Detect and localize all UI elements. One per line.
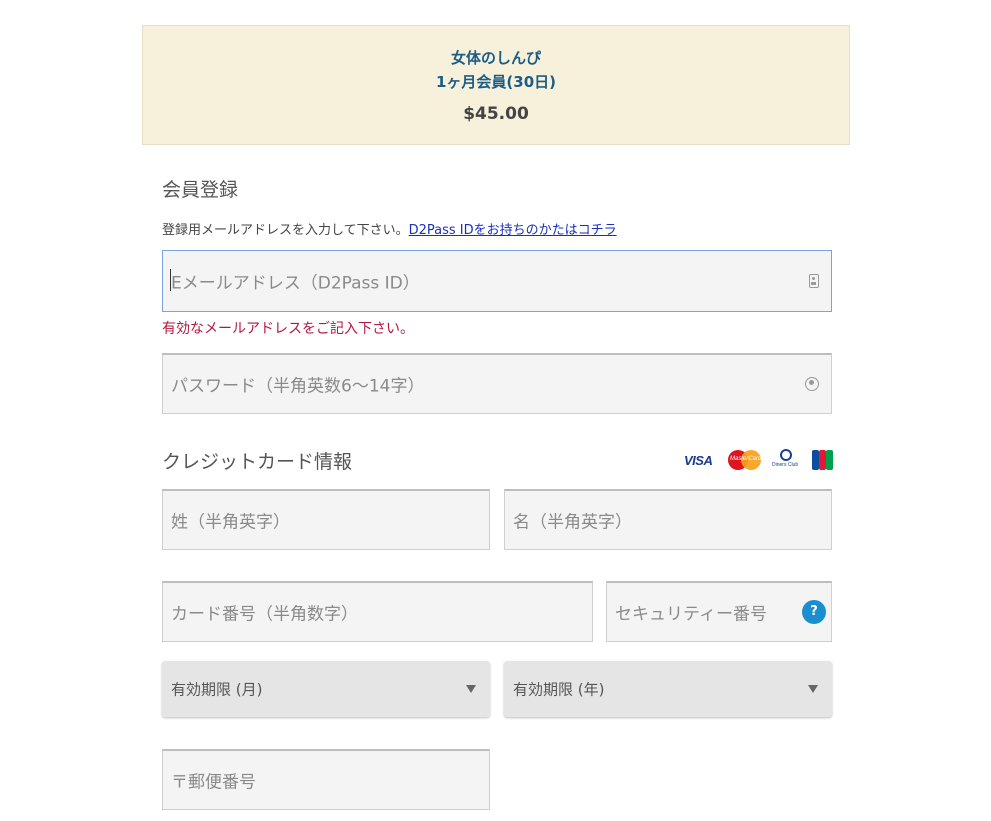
email-field[interactable]: Eメールアドレス（D2Pass ID） bbox=[162, 250, 832, 312]
chevron-down-icon bbox=[808, 685, 818, 693]
help-icon[interactable]: ? bbox=[802, 600, 826, 624]
register-section-title: 会員登録 bbox=[162, 179, 239, 201]
expiry-month-label: 有効期限 (月) bbox=[171, 680, 263, 699]
email-placeholder: Eメールアドレス（D2Pass ID） bbox=[171, 273, 420, 294]
site-name: 女体のしんぴ bbox=[450, 49, 541, 67]
password-field[interactable]: パスワード（半角英数6～14字） bbox=[162, 353, 832, 414]
order-summary: 女体のしんぴ 1ヶ月会員(30日) $45.00 bbox=[142, 25, 850, 145]
email-error-message: 有効なメールアドレスをご記入下さい。 bbox=[162, 321, 414, 337]
last-name-field[interactable]: 姓（半角英字） bbox=[162, 489, 490, 550]
mastercard-icon: MasterCard bbox=[728, 449, 762, 471]
key-icon bbox=[805, 377, 819, 391]
card-number-field[interactable]: カード番号（半角数字） bbox=[162, 581, 593, 642]
visa-icon: VISA bbox=[684, 453, 713, 468]
expiry-year-select[interactable]: 有効期限 (年) bbox=[504, 661, 832, 717]
jcb-icon bbox=[812, 450, 833, 470]
register-note: 登録用メールアドレスを入力して下さい。D2Pass IDをお持ちのかたはコチラ bbox=[162, 219, 617, 238]
mastercard-logo-text: MasterCard bbox=[730, 456, 762, 462]
diners-logo-text: Diners Club bbox=[772, 462, 799, 468]
expiry-month-select[interactable]: 有効期限 (月) bbox=[162, 661, 490, 717]
id-card-icon bbox=[809, 274, 819, 288]
postal-code-placeholder: 〒郵便番号 bbox=[171, 772, 256, 793]
register-note-text: 登録用メールアドレスを入力して下さい。 bbox=[162, 223, 409, 238]
plan-price: $45.00 bbox=[463, 104, 529, 124]
diners-club-icon: Diners Club bbox=[772, 449, 800, 471]
plan-name: 1ヶ月会員(30日) bbox=[435, 73, 557, 91]
password-placeholder: パスワード（半角英数6～14字） bbox=[171, 376, 425, 397]
expiry-year-label: 有効期限 (年) bbox=[513, 680, 605, 699]
postal-code-field[interactable]: 〒郵便番号 bbox=[162, 749, 490, 810]
d2pass-login-link[interactable]: D2Pass IDをお持ちのかたはコチラ bbox=[409, 223, 617, 238]
first-name-field[interactable]: 名（半角英字） bbox=[504, 489, 832, 550]
last-name-placeholder: 姓（半角英字） bbox=[171, 512, 290, 533]
card-brand-logos: VISA MasterCard Diners Club bbox=[684, 449, 834, 471]
card-number-placeholder: カード番号（半角数字） bbox=[171, 604, 358, 625]
chevron-down-icon bbox=[466, 685, 476, 693]
security-code-field[interactable]: セキュリティー番号 ? bbox=[606, 581, 832, 642]
first-name-placeholder: 名（半角英字） bbox=[513, 512, 632, 533]
security-code-placeholder: セキュリティー番号 bbox=[615, 604, 767, 625]
card-section-title: クレジットカード情報 bbox=[162, 451, 353, 473]
